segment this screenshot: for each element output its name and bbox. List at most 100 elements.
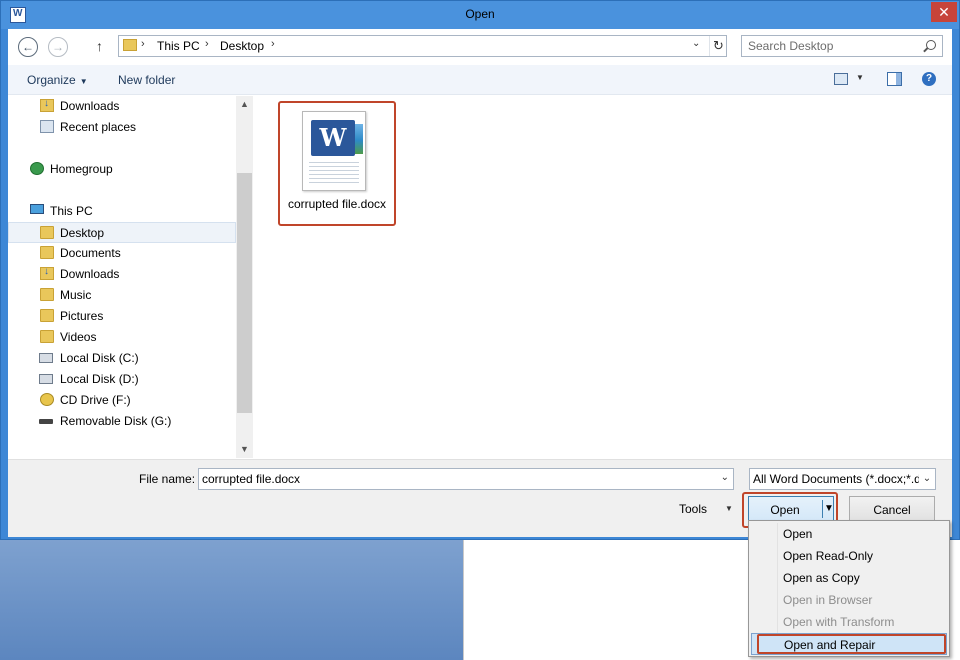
tree-item-documents[interactable]: Documents: [8, 243, 236, 264]
scrollbar-thumb[interactable]: [237, 173, 252, 413]
tree-item-downloads[interactable]: Downloads: [8, 96, 236, 117]
folder-icon: [40, 330, 54, 343]
file-name-label: File name:: [139, 472, 196, 486]
dialog-client-area: ← → ↑ › This PC › Desktop › ⌄ ↻ Search D…: [8, 29, 952, 537]
download-folder-icon: [40, 98, 54, 112]
view-options-dropdown-icon[interactable]: ▼: [856, 73, 864, 82]
folder-icon: [40, 246, 54, 259]
breadcrumb-desktop[interactable]: Desktop: [220, 39, 264, 53]
up-button[interactable]: ↑: [96, 38, 103, 54]
tree-item-local-disk-d[interactable]: Local Disk (D:): [8, 369, 236, 390]
search-input[interactable]: Search Desktop: [748, 39, 833, 53]
scroll-down-icon[interactable]: ▼: [236, 441, 253, 458]
menu-item-open-read-only[interactable]: Open Read-Only: [751, 545, 947, 567]
address-dropdown-icon[interactable]: ⌄: [692, 38, 700, 49]
tree-item-label: Desktop: [60, 226, 105, 240]
tree-item-desktop[interactable]: Desktop: [8, 222, 236, 243]
tree-item-label: Recent places: [60, 120, 137, 134]
menu-item-label: Open Read-Only: [783, 549, 874, 563]
cd-drive-icon: [40, 393, 54, 406]
tree-item-label: Removable Disk (G:): [60, 414, 172, 428]
tree-item-label: Pictures: [60, 309, 104, 323]
tree-item-homegroup[interactable]: Homegroup: [8, 159, 236, 180]
open-button[interactable]: Open ▼: [748, 496, 834, 522]
tree-item-label: Documents: [60, 246, 121, 260]
tools-button[interactable]: Tools: [679, 502, 707, 516]
tree-item-label: Downloads: [60, 267, 120, 281]
tree-item-music[interactable]: Music: [8, 285, 236, 306]
removable-disk-icon: [39, 419, 53, 424]
word-document-icon: W: [302, 111, 366, 191]
disk-icon: [39, 374, 53, 384]
computer-icon: [30, 204, 44, 214]
file-name-label: corrupted file.docx: [287, 197, 387, 211]
tree-item-cd-drive[interactable]: CD Drive (F:): [8, 390, 236, 411]
menu-item-open[interactable]: Open: [751, 523, 947, 545]
cancel-button[interactable]: Cancel: [849, 496, 935, 522]
organize-button[interactable]: Organize ▼: [27, 73, 88, 87]
refresh-button[interactable]: ↻: [709, 36, 727, 56]
system-disk-icon: [39, 353, 53, 363]
tree-item-label: Downloads: [60, 99, 120, 113]
tree-item-label: Music: [60, 288, 92, 302]
tree-item-recent-places[interactable]: Recent places: [8, 117, 236, 138]
file-type-dropdown-icon[interactable]: ⌄: [919, 469, 935, 489]
chevron-down-icon: ▼: [79, 77, 88, 86]
tree-item-local-disk-c[interactable]: Local Disk (C:): [8, 348, 236, 369]
menu-item-open-with-transform[interactable]: Open with Transform: [751, 611, 947, 633]
menu-item-label: Open as Copy: [783, 571, 860, 585]
breadcrumb-separator[interactable]: ›: [141, 38, 145, 50]
navigation-pane: Downloads Recent places Homegroup This P…: [8, 96, 254, 458]
menu-item-label: Open in Browser: [783, 593, 873, 607]
file-name-input[interactable]: corrupted file.docx ⌄: [198, 468, 734, 490]
menu-item-open-as-copy[interactable]: Open as Copy: [751, 567, 947, 589]
search-box[interactable]: Search Desktop: [741, 35, 943, 57]
open-dropdown-icon[interactable]: ▼: [824, 503, 834, 514]
cancel-button-label: Cancel: [873, 503, 911, 517]
tree-item-removable-disk[interactable]: Removable Disk (G:): [8, 411, 236, 432]
tree-item-this-pc[interactable]: This PC: [8, 201, 236, 222]
navigation-scrollbar[interactable]: ▲ ▼: [236, 96, 253, 458]
file-item[interactable]: W corrupted file.docx: [278, 101, 396, 226]
menu-item-open-in-browser[interactable]: Open in Browser: [751, 589, 947, 611]
tree-item-label: Local Disk (C:): [60, 351, 139, 365]
tree-item-downloads[interactable]: Downloads: [8, 264, 236, 285]
file-name-value[interactable]: corrupted file.docx: [202, 472, 300, 486]
navigation-bar: ← → ↑ › This PC › Desktop › ⌄ ↻ Search D…: [8, 29, 952, 65]
forward-button[interactable]: →: [48, 37, 68, 57]
title-bar: Open ✕: [1, 1, 959, 29]
command-bar: Organize ▼ New folder ▼ ?: [8, 65, 952, 95]
change-view-icon[interactable]: [834, 73, 848, 85]
file-name-dropdown-icon[interactable]: ⌄: [721, 472, 729, 483]
window-title: Open: [465, 7, 495, 21]
new-folder-button[interactable]: New folder: [118, 73, 175, 87]
recent-places-icon: [40, 120, 54, 133]
organize-label: Organize: [27, 73, 76, 87]
open-and-repair-highlight: [757, 634, 946, 654]
file-type-select[interactable]: All Word Documents (*.docx;*.docm;*.dotx…: [749, 468, 936, 490]
folder-icon: [40, 309, 54, 322]
split-divider: [822, 500, 823, 518]
menu-item-label: Open with Transform: [783, 615, 895, 629]
breadcrumb-this-pc[interactable]: This PC: [157, 39, 200, 53]
file-type-value[interactable]: All Word Documents (*.docx;*.docm;*.dotx: [753, 472, 935, 486]
preview-pane-icon[interactable]: [887, 72, 902, 86]
tree-item-videos[interactable]: Videos: [8, 327, 236, 348]
breadcrumb-separator[interactable]: ›: [271, 38, 275, 50]
help-icon[interactable]: ?: [922, 72, 936, 86]
close-button[interactable]: ✕: [931, 2, 957, 22]
back-button[interactable]: ←: [18, 37, 38, 57]
search-icon[interactable]: [926, 40, 936, 50]
homegroup-icon: [30, 162, 44, 175]
address-bar[interactable]: › This PC › Desktop › ⌄ ↻: [118, 35, 727, 57]
scroll-up-icon[interactable]: ▲: [236, 96, 253, 113]
tools-dropdown-icon[interactable]: ▼: [725, 504, 733, 513]
tree-item-label: Local Disk (D:): [60, 372, 139, 386]
tree-item-pictures[interactable]: Pictures: [8, 306, 236, 327]
tree-item-label: CD Drive (F:): [60, 393, 131, 407]
document-lines: [309, 162, 359, 184]
folder-icon: [40, 226, 54, 239]
word-logo-icon: W: [311, 120, 355, 156]
breadcrumb-separator[interactable]: ›: [205, 38, 209, 50]
download-folder-icon: [40, 266, 54, 280]
